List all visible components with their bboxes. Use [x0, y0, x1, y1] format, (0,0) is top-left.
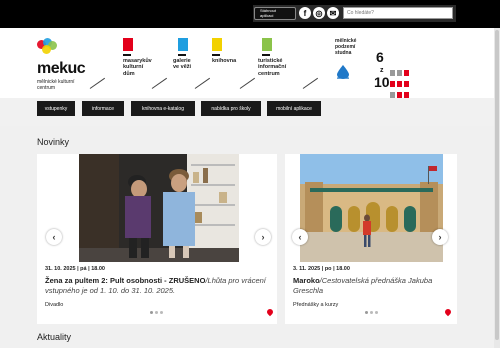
top-bar-inner: Stáhnout aplikaci f ◎ ✉ Co hledáte?: [253, 5, 456, 22]
event-date: 31. 10. 2025 | pá | 18.00: [45, 266, 105, 272]
carousel-next-button[interactable]: ›: [255, 229, 271, 245]
event-date: 3. 11. 2025 | po | 18.00: [293, 266, 350, 272]
email-icon[interactable]: ✉: [327, 7, 339, 19]
news-card[interactable]: 31. 10. 2025 | pá | 18.00 Žena za pultem…: [37, 154, 277, 324]
carousel-prev-button[interactable]: ‹: [292, 229, 308, 245]
logo-mark: [37, 38, 59, 58]
nav-tourist-info[interactable]: turistické informační centrum: [258, 38, 286, 77]
carousel-dots[interactable]: [150, 311, 163, 314]
nav-tickets-button[interactable]: vstupenky: [37, 101, 75, 116]
nav-underground[interactable]: mělnické podzemí studna: [335, 38, 356, 79]
pin-icon: [123, 38, 133, 51]
carousel-prev-button[interactable]: ‹: [46, 229, 62, 245]
app-store-badge[interactable]: Stáhnout aplikaci: [254, 7, 296, 20]
carousel-next-button[interactable]: ›: [432, 229, 448, 245]
nav-library[interactable]: knihovna: [212, 38, 236, 64]
nav-schools-button[interactable]: nabídka pro školy: [201, 101, 261, 116]
nav-bar: vstupenky informace knihovna e-katalog n…: [0, 98, 500, 126]
nav-masaryk-house[interactable]: masarykův kulturní dům: [123, 38, 152, 77]
news-image: [79, 154, 239, 262]
six-of-ten-ten: 10: [374, 74, 390, 90]
news-heading: Novinky: [37, 137, 70, 147]
news-image: [300, 154, 443, 262]
drop-icon: [337, 65, 349, 79]
logo-title: mekuc: [37, 60, 86, 77]
six-of-ten-number: 6: [376, 49, 384, 65]
scrollbar-thumb[interactable]: [495, 30, 499, 340]
nav-gallery[interactable]: galerie ve věži: [173, 38, 191, 71]
pin-icon: [262, 38, 272, 51]
location-pin-icon: [267, 309, 273, 317]
pin-icon: [212, 38, 222, 51]
search-input[interactable]: Co hledáte?: [343, 7, 453, 19]
six-of-ten-z: z: [380, 67, 384, 74]
event-title[interactable]: Žena za pultem 2: Pult osobnosti - ZRUŠE…: [45, 276, 270, 296]
facebook-icon[interactable]: f: [299, 7, 311, 19]
current-heading: Aktuality: [37, 332, 72, 342]
nav-library-catalog-button[interactable]: knihovna e-katalog: [131, 101, 195, 116]
event-category[interactable]: Přednášky a kurzy: [293, 302, 338, 308]
nav-info-button[interactable]: informace: [82, 101, 124, 116]
event-category[interactable]: Divadlo: [45, 302, 63, 308]
top-bar: Stáhnout aplikaci f ◎ ✉ Co hledáte?: [0, 0, 500, 28]
news-card[interactable]: 3. 11. 2025 | po | 18.00 Maroko/Cestovat…: [285, 154, 457, 324]
pin-icon: [178, 38, 188, 51]
nav-mobile-app-button[interactable]: mobilní aplikace: [267, 101, 321, 116]
location-pin-icon: [445, 309, 451, 317]
event-title[interactable]: Maroko/Cestovatelská přednáška Jakuba Gr…: [293, 276, 453, 296]
header: mekuc mělnické kulturní centrum masaryků…: [0, 28, 500, 109]
logo[interactable]: mekuc mělnické kulturní centrum: [37, 38, 86, 91]
carousel-dots[interactable]: [365, 311, 378, 314]
instagram-icon[interactable]: ◎: [313, 7, 325, 19]
store-label-2: aplikaci: [260, 12, 274, 18]
logo-subtitle: mělnické kulturní centrum: [37, 79, 75, 91]
